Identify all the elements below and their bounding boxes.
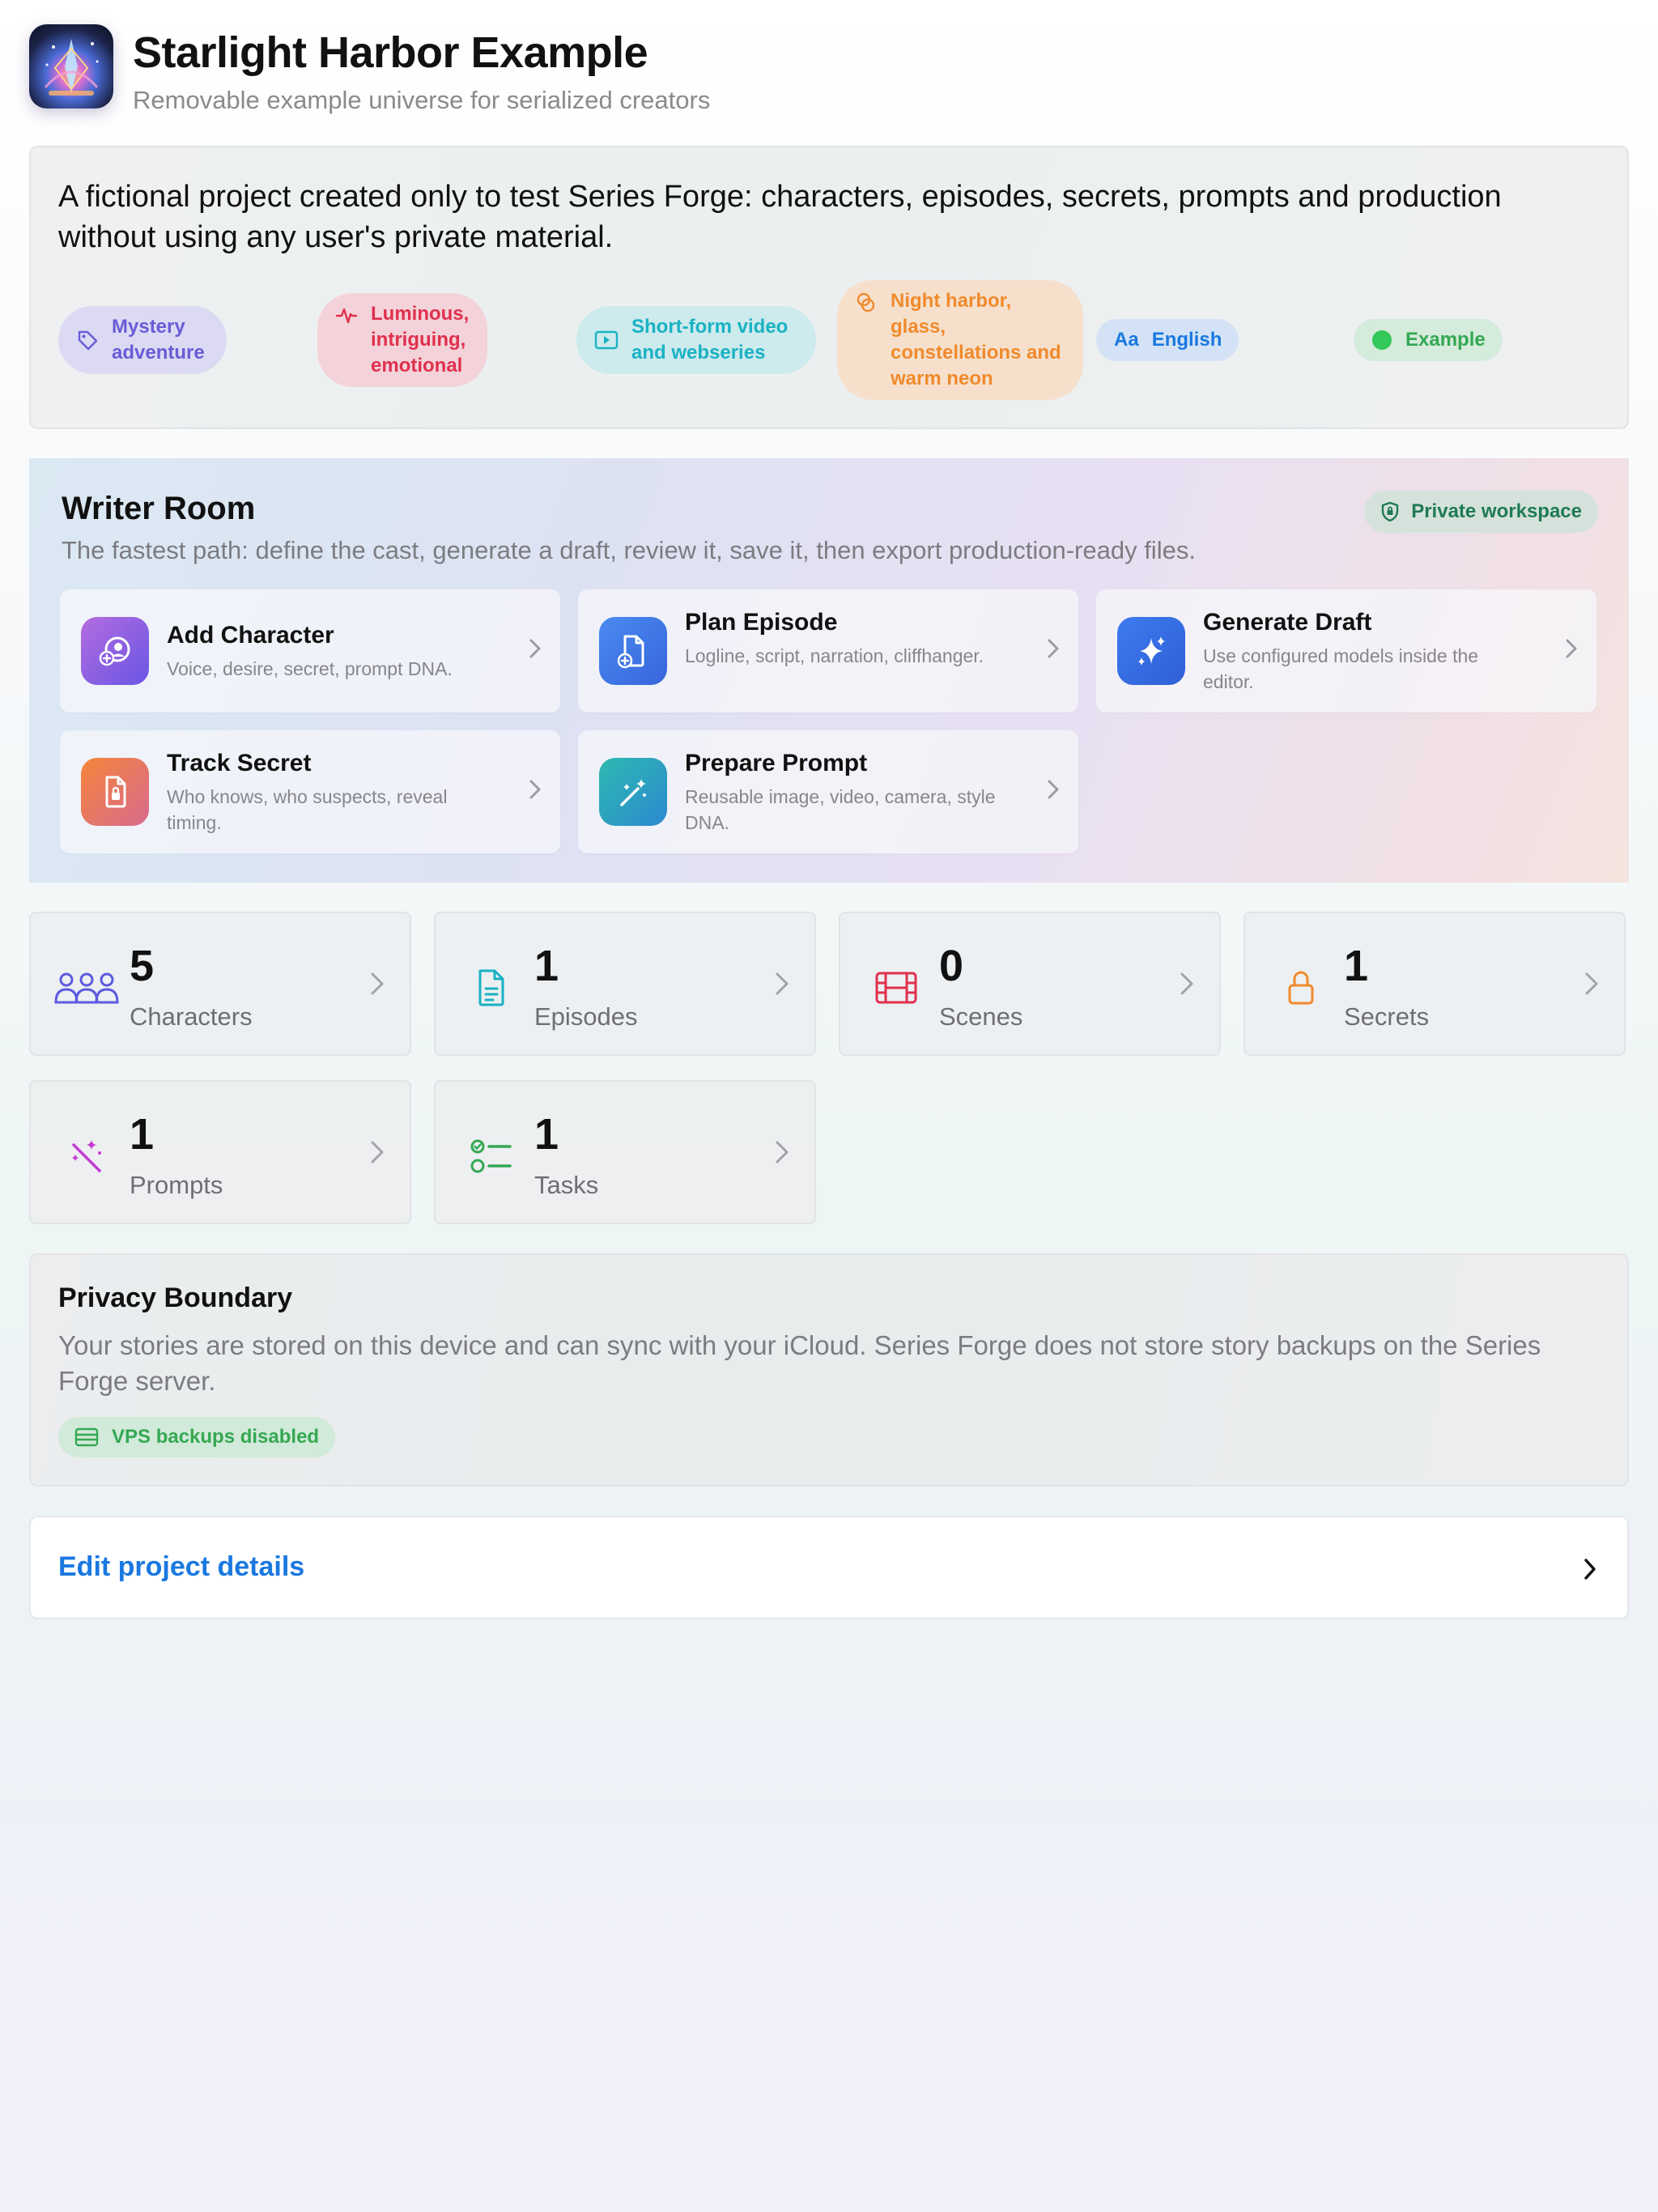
server-icon [74,1427,99,1447]
action-title: Add Character [167,622,334,649]
add-character-icon [81,617,149,685]
waveform-icon [335,304,358,327]
track-secret-button[interactable]: Track Secret Who knows, who suspects, re… [60,730,560,853]
stat-secrets[interactable]: 1 Secrets [1244,912,1626,1056]
status-dot-icon [1371,330,1392,351]
tag-label: Short-form video and webseries [631,316,789,364]
chevron-right-icon [1582,1556,1598,1586]
magic-wand-icon [53,1134,120,1179]
privacy-boundary-card: Privacy Boundary Your stories are stored… [29,1253,1629,1487]
language-icon: Aa [1114,329,1139,351]
tag-status[interactable]: Example [1354,319,1503,361]
action-title: Track Secret [167,750,312,776]
stat-label: Tasks [534,1171,599,1199]
plan-episode-icon [599,617,667,685]
chevron-right-icon [528,636,542,665]
tag-label: English [1151,329,1222,351]
prepare-prompt-button[interactable]: Prepare Prompt Reusable image, video, ca… [578,730,1078,853]
stat-value: 1 [130,1110,155,1159]
action-description: Voice, desire, secret, prompt DNA. [167,658,453,679]
stat-prompts[interactable]: 1 Prompts [29,1080,411,1224]
tag-label: Example [1405,329,1486,351]
action-title: Plan Episode [685,609,838,636]
chevron-right-icon [369,1138,385,1170]
private-workspace-label: Private workspace [1411,500,1582,522]
chevron-right-icon [1564,636,1579,665]
lock-icon [1268,965,1334,1010]
locked-document-icon [81,758,149,826]
vps-backups-badge: VPS backups disabled [58,1417,336,1457]
action-description: Reusable image, video, camera, style DNA… [685,786,996,833]
stat-value: 1 [534,1110,559,1159]
stat-label: Prompts [130,1171,223,1199]
action-description: Logline, script, narration, cliffhanger. [685,645,984,666]
stat-value: 0 [939,942,964,990]
sparkles-icon [1117,617,1185,685]
people-icon [53,965,120,1010]
add-character-button[interactable]: Add Character Voice, desire, secret, pro… [60,589,560,713]
palette-icon [855,291,878,314]
stat-label: Characters [130,1002,253,1031]
vps-backups-label: VPS backups disabled [112,1426,320,1448]
chevron-right-icon [1046,777,1061,806]
tag-genre[interactable]: Mystery adventure [58,306,227,374]
privacy-description: Your stories are stored on this device a… [58,1330,1541,1396]
tag-format[interactable]: Short-form video and webseries [576,306,816,374]
stat-characters[interactable]: 5 Characters [29,912,411,1056]
stat-value: 1 [1344,942,1369,990]
checklist-icon [458,1134,525,1179]
project-title: Starlight Harbor Example [133,28,648,77]
plan-episode-button[interactable]: Plan Episode Logline, script, narration,… [578,589,1078,713]
stat-label: Secrets [1344,1002,1430,1031]
edit-project-details-label: Edit project details [58,1551,305,1582]
stat-label: Scenes [939,1002,1023,1031]
chevron-right-icon [1179,970,1195,1002]
tag-icon [76,329,99,351]
project-description: A fictional project created only to test… [58,180,1502,254]
project-header: Starlight Harbor Example Removable examp… [29,24,1632,146]
tag-label: Mystery adventure [112,316,205,364]
writer-room-section: Writer Room The fastest path: define the… [29,458,1629,883]
magic-wand-icon [599,758,667,826]
stat-scenes[interactable]: 0 Scenes [839,912,1221,1056]
edit-project-details-row[interactable]: Edit project details [29,1516,1629,1619]
document-icon [458,965,525,1010]
action-description: Who knows, who suspects, reveal timing. [167,786,448,833]
private-workspace-badge: Private workspace [1364,491,1598,533]
chevron-right-icon [369,970,385,1002]
privacy-title: Privacy Boundary [58,1283,293,1313]
tag-visual-style[interactable]: Night harbor, glass, constellations and … [837,280,1083,400]
stat-value: 1 [534,942,559,990]
stat-episodes[interactable]: 1 Episodes [434,912,816,1056]
tag-tone[interactable]: Luminous, intriguing, emotional [317,293,487,387]
writer-room-title: Writer Room [62,491,256,526]
app-icon [29,24,113,108]
tag-language[interactable]: Aa English [1096,319,1239,361]
chevron-right-icon [528,777,542,806]
action-title: Generate Draft [1203,609,1372,636]
generate-draft-button[interactable]: Generate Draft Use configured models ins… [1096,589,1596,713]
project-subtitle: Removable example universe for serialize… [133,86,711,114]
action-description: Use configured models inside the editor. [1203,645,1479,692]
chevron-right-icon [774,1138,790,1170]
shield-lock-icon [1380,501,1400,522]
chevron-right-icon [1584,970,1600,1002]
play-rectangle-icon [594,330,619,351]
stat-tasks[interactable]: 1 Tasks [434,1080,816,1224]
film-icon [863,965,929,1010]
stat-label: Episodes [534,1002,638,1031]
action-title: Prepare Prompt [685,750,868,776]
tag-label: Luminous, intriguing, emotional [371,303,470,376]
chevron-right-icon [774,970,790,1002]
writer-room-subtitle: The fastest path: define the cast, gener… [62,536,1196,564]
tag-label: Night harbor, glass, constellations and … [891,290,1061,389]
chevron-right-icon [1046,636,1061,665]
stat-value: 5 [130,942,155,990]
project-overview-card: A fictional project created only to test… [29,146,1629,429]
